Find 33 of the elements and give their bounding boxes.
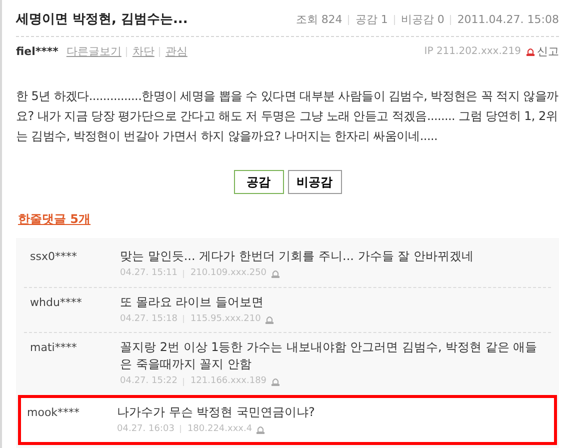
comment-text: 맞는 말인듯... 게다가 한번더 기회를 주니... 가수들 잘 안바뀌겠네	[120, 248, 474, 265]
post-stat: 조회 824	[296, 12, 342, 28]
post-body: 한 5년 하겠다...............한명이 세명을 뽑을 수 있다면 대부분 사람들이 김범수, 박정현은 꼭 적지 않을까요? 내가 지금 당장 평가단으로 간다고 해도 저 두명은 그냥 노래 안듣고 적겠음........ 그럼 당연히 1, 2위는 김범수, 박정현이 번갈아 가면서 하지 않을까요? 나머지는 한자리 싸움이네.....	[16, 88, 559, 145]
siren-icon	[526, 47, 535, 56]
comment-time: 04.27. 15:18	[120, 312, 178, 326]
siren-icon	[270, 269, 280, 278]
siren-icon	[264, 314, 274, 324]
comment-text: 꼴지랑 2번 이상 1등한 가수는 내보내야함 안그러면 김범수, 박정현 같은 애들은 죽을때까지 꼴지 안함	[120, 339, 538, 373]
comment-ip: 121.166.xxx.189	[190, 375, 267, 388]
comment-time: 04.27. 15:11	[120, 267, 178, 280]
comment-ip: 115.95.xxx.210	[190, 312, 261, 326]
comment-text: 또 몰라요 라이브 들어보면	[120, 294, 264, 310]
report-link[interactable]: 신고	[537, 44, 559, 60]
vote-button[interactable]: 공감	[234, 170, 284, 194]
post-stat: 비공감 0	[400, 12, 444, 28]
vote-button[interactable]: 비공감	[288, 170, 342, 194]
comment-time: 04.27. 16:03	[117, 422, 174, 436]
post-stat: 공감 1	[355, 12, 388, 28]
comment-author: mati****	[30, 340, 78, 356]
comment-author: whdu****	[30, 294, 83, 310]
comment-text: 나가수가 무슨 박정현 국민연금이냐?	[117, 404, 316, 420]
comment-ip: 180.224.xxx.4	[187, 422, 252, 436]
comment-author: mook****	[27, 404, 81, 420]
comment-author: ssx0****	[30, 249, 78, 265]
comments-heading: 한줄댓글 5개	[18, 212, 91, 226]
post-title: 세명이면 박정현, 김범수는...	[16, 11, 188, 29]
siren-icon	[270, 377, 280, 386]
author-name: fiel****	[16, 44, 58, 60]
siren-icon	[256, 424, 266, 434]
comment-ip: 210.109.xxx.250	[190, 267, 267, 280]
post-date: 2011.04.27. 15:08	[457, 12, 559, 28]
comment-time: 04.27. 15:22	[120, 375, 178, 388]
author-ip: IP 211.202.xxx.219	[424, 45, 521, 60]
